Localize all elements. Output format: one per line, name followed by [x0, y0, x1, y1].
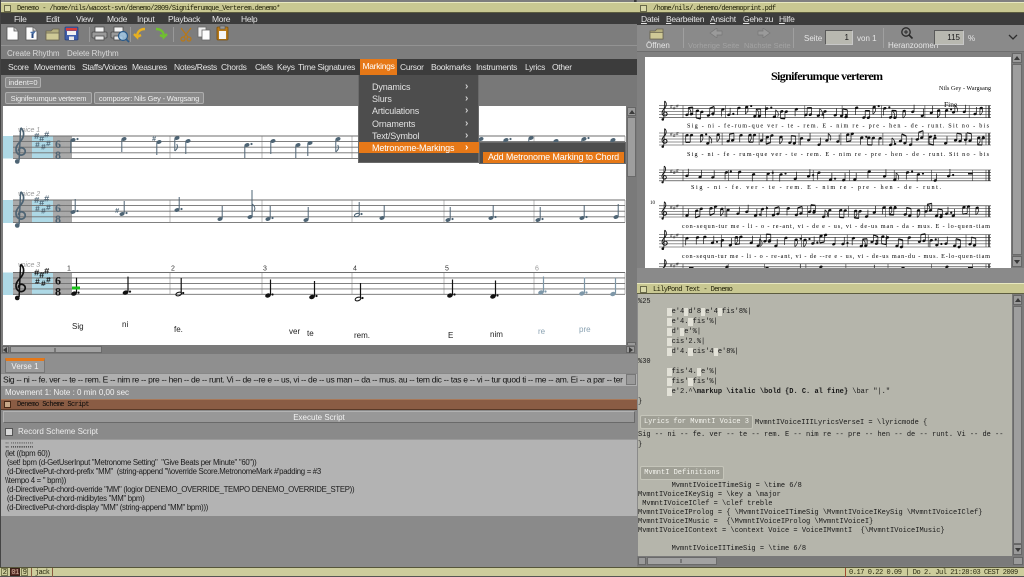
- svg-text:Nils Gey - Wargsang: Nils Gey - Wargsang: [939, 86, 991, 92]
- svg-text:#: #: [44, 194, 50, 204]
- svg-text:nim: nim: [490, 330, 503, 339]
- svg-text:Fine: Fine: [944, 100, 958, 109]
- svg-text:re: re: [538, 327, 546, 336]
- svg-text:#: #: [115, 208, 119, 216]
- svg-text:Sig - ni - fe-rum-que ver -: Sig - ni - fe-rum-que ver - te - rem. E …: [687, 123, 990, 130]
- svg-text:Sig: Sig: [72, 322, 84, 331]
- svg-text:6: 6: [535, 266, 539, 273]
- svg-text:#: #: [35, 278, 40, 287]
- svg-text:#: #: [676, 262, 679, 268]
- svg-text:ver: ver: [289, 327, 300, 336]
- svg-text:con-sequn-tur me - li - o - re: con-sequn-tur me - li - o - re-ant, vi -…: [682, 223, 990, 230]
- svg-text:Sig - ni - fe - rum-qu: Sig - ni - fe - rum-que ver - te - rem. …: [687, 151, 990, 158]
- svg-text:#: #: [46, 277, 51, 286]
- svg-text:rem.: rem.: [354, 331, 370, 340]
- svg-text:4: 4: [353, 266, 357, 273]
- svg-text:te: te: [307, 329, 314, 338]
- svg-text:#: #: [676, 131, 679, 137]
- svg-text:#: #: [676, 168, 679, 174]
- svg-text:3: 3: [263, 266, 267, 273]
- svg-text:10: 10: [650, 201, 656, 206]
- svg-text:2: 2: [171, 266, 175, 273]
- svg-text:ni: ni: [122, 320, 128, 329]
- svg-text:#: #: [46, 140, 51, 149]
- svg-text:#: #: [676, 232, 679, 238]
- svg-text:#: #: [152, 136, 156, 144]
- svg-text:#: #: [46, 204, 51, 213]
- svg-text:Sig -- ni -- fe. ver -- te --: Sig -- ni -- fe. ver -- te -- rem. E -- …: [3, 375, 623, 385]
- svg-text:pre: pre: [579, 325, 591, 334]
- svg-text:5: 5: [445, 266, 449, 273]
- svg-text:E: E: [448, 331, 453, 340]
- svg-text:#: #: [44, 130, 50, 140]
- svg-text:1: 1: [67, 266, 71, 273]
- svg-text:#: #: [35, 142, 40, 151]
- svg-text:con-sequn-tur me - li - o - re: con-sequn-tur me - li - o - re-ant, vi -…: [682, 253, 990, 260]
- svg-text:#: #: [676, 103, 679, 109]
- svg-text:#: #: [35, 206, 40, 215]
- svg-text:8: 8: [55, 148, 61, 162]
- svg-text:8: 8: [55, 285, 61, 299]
- svg-text:8: 8: [55, 212, 61, 226]
- svg-text:Sig - ni - fe. ve: Sig - ni - fe. ver - te - rem. E - nim r…: [691, 184, 941, 191]
- svg-text:fe.: fe.: [174, 325, 183, 334]
- svg-text:#: #: [676, 204, 679, 210]
- svg-text:Signiferumque verterem: Signiferumque verterem: [771, 69, 883, 83]
- svg-text:#: #: [44, 267, 50, 277]
